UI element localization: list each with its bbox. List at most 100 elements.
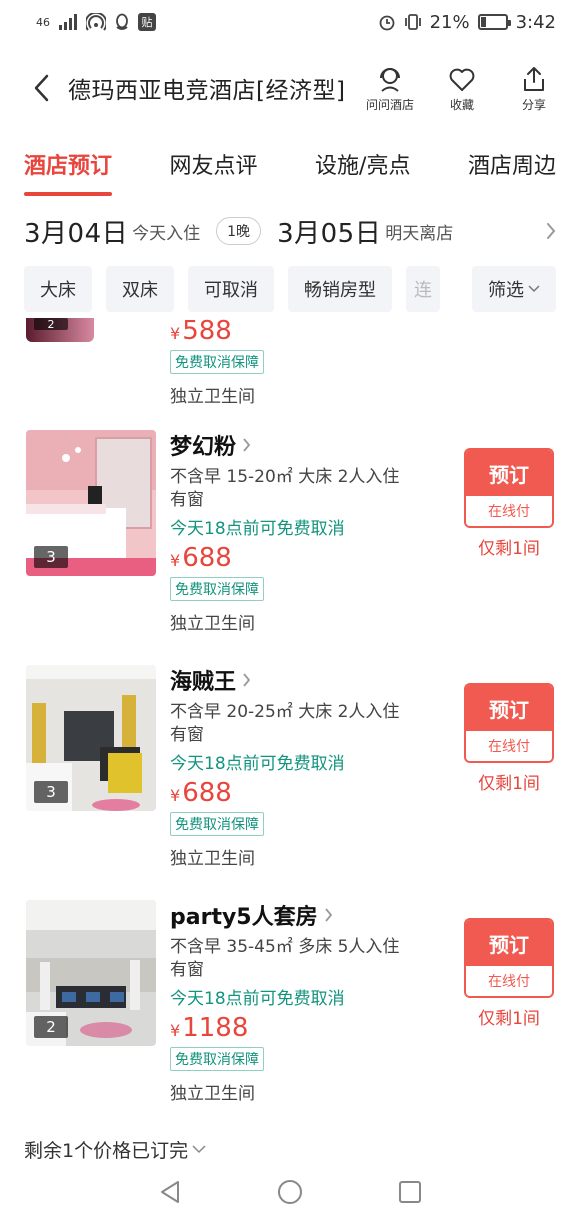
pay-online-label: 在线付: [466, 496, 552, 526]
room-list: 2 ¥ 588 免费取消保障 独立卫生间 3 梦幻粉 不含早 15-20㎡ 大床…: [0, 318, 580, 1148]
date-selector[interactable]: 3月04日 今天入住 1晚 3月05日 明天离店: [0, 206, 580, 256]
tab-nearby[interactable]: 酒店周边: [468, 136, 556, 198]
favorite-button[interactable]: 收藏: [436, 64, 488, 113]
rooms-remaining: 仅剩1间: [478, 1009, 540, 1029]
room-photo[interactable]: 3: [26, 430, 156, 576]
header: 德玛西亚电竞酒店[经济型] 问问酒店 收藏 分享: [0, 48, 580, 128]
book-label: 预订: [466, 450, 552, 496]
room-desc: 不含早 35-45㎡ 多床 5人入住 有窗: [170, 936, 450, 982]
room-desc-line2: 有窗: [170, 960, 204, 980]
favorite-label: 收藏: [449, 97, 474, 112]
filter-cancellable[interactable]: 可取消: [188, 266, 274, 312]
nav-back-button[interactable]: [156, 1178, 184, 1210]
room-desc-line1: 不含早 20-25㎡ 大床 2人入住: [170, 702, 400, 722]
ask-hotel-button[interactable]: 问问酒店: [364, 64, 416, 113]
currency-symbol: ¥: [170, 1021, 181, 1040]
system-nav-bar: [0, 1164, 580, 1224]
chevron-down-icon: [192, 1145, 206, 1154]
bathroom-info: 独立卫生间: [170, 387, 255, 407]
book-button[interactable]: 预订 在线付: [464, 683, 554, 763]
price-value: 588: [182, 318, 232, 346]
book-button[interactable]: 预订 在线付: [464, 918, 554, 998]
status-right: 21% 3:42: [378, 12, 556, 33]
room-desc: 不含早 15-20㎡ 大床 2人入住 有窗: [170, 466, 450, 512]
filter-more[interactable]: 连: [406, 266, 440, 312]
qq-icon: [116, 13, 128, 30]
photo-count-badge: 3: [34, 781, 68, 803]
share-icon: [524, 66, 544, 91]
nav-recents-button[interactable]: [396, 1178, 424, 1210]
nav-home-button[interactable]: [276, 1178, 304, 1210]
circle-home-icon: [278, 1180, 302, 1204]
room-name[interactable]: 梦幻粉: [170, 430, 450, 460]
status-left: 46 贴: [36, 13, 156, 31]
currency-symbol: ¥: [170, 786, 181, 805]
filter-bestseller[interactable]: 畅销房型: [288, 266, 392, 312]
room-photo[interactable]: 2: [26, 318, 94, 342]
room-price: ¥ 588: [170, 318, 450, 346]
room-card[interactable]: 3 海贼王 不含早 20-25㎡ 大床 2人入住 有窗 今天18点前可免费取消 …: [0, 665, 580, 891]
price-value: 688: [182, 543, 232, 573]
tab-facilities[interactable]: 设施/亮点: [315, 136, 410, 198]
price-value: 1188: [182, 1013, 249, 1043]
heart-icon: [449, 68, 475, 91]
room-name[interactable]: 海贼王: [170, 665, 450, 695]
signal-icon: [59, 14, 77, 30]
filter-label: 筛选: [488, 280, 524, 301]
room-desc-line1: 不含早 35-45㎡ 多床 5人入住: [170, 937, 400, 957]
room-card[interactable]: 3 梦幻粉 不含早 15-20㎡ 大床 2人入住 有窗 今天18点前可免费取消 …: [0, 430, 580, 656]
chevron-right-icon: [243, 438, 251, 452]
rooms-remaining: 仅剩1间: [478, 539, 540, 559]
vibrate-icon: [404, 14, 421, 30]
guarantee-badge: 免费取消保障: [170, 577, 264, 601]
sold-out-toggle[interactable]: 剩余1个价格已订完: [24, 1136, 206, 1163]
chevron-right-icon: [324, 908, 332, 922]
tab-bar: 酒店预订 网友点评 设施/亮点 酒店周边: [0, 136, 580, 200]
tab-reviews[interactable]: 网友点评: [170, 136, 258, 198]
guarantee-badge: 免费取消保障: [170, 1047, 264, 1071]
ask-hotel-label: 问问酒店: [365, 97, 414, 112]
filter-button[interactable]: 筛选: [472, 266, 556, 312]
room-photo[interactable]: 3: [26, 665, 156, 811]
chevron-right-icon: [547, 223, 556, 239]
photo-count-badge: 2: [34, 1016, 68, 1038]
pay-online-label: 在线付: [466, 731, 552, 761]
checkin-date: 3月04日: [24, 218, 129, 249]
battery-percent: 21%: [429, 11, 470, 33]
price-value: 688: [182, 778, 232, 808]
status-bar: 46 贴 21% 3:42: [0, 0, 580, 44]
book-button[interactable]: 预订 在线付: [464, 448, 554, 528]
book-label: 预订: [466, 685, 552, 731]
battery-icon: [477, 14, 511, 30]
hotspot-icon: [86, 13, 106, 31]
checkout-date: 3月05日: [277, 218, 382, 249]
network-indicator: 46: [36, 15, 50, 29]
room-card[interactable]: 2 party5人套房 不含早 35-45㎡ 多床 5人入住 有窗 今天18点前…: [0, 900, 580, 1126]
back-button[interactable]: [26, 68, 56, 108]
photo-count-badge: 2: [34, 318, 68, 331]
bathroom-info: 独立卫生间: [170, 1084, 255, 1104]
guarantee-badge: 免费取消保障: [170, 812, 264, 836]
ask-hotel-icon: [380, 67, 400, 92]
nights-badge: 1晚: [216, 217, 262, 245]
cancel-policy: 今天18点前可免费取消: [170, 989, 345, 1009]
share-button[interactable]: 分享: [508, 64, 560, 113]
filter-twin-bed[interactable]: 双床: [106, 266, 174, 312]
chevron-right-icon: [243, 673, 251, 687]
notification-badge: 贴: [138, 13, 156, 31]
room-photo[interactable]: 2: [26, 900, 156, 1046]
photo-count-badge: 3: [34, 546, 68, 568]
clock: 3:42: [515, 11, 556, 33]
filter-chips: 大床 双床 可取消 畅销房型 连 筛选: [24, 266, 556, 312]
book-label: 预订: [466, 920, 552, 966]
bathroom-info: 独立卫生间: [170, 849, 255, 869]
room-card-partial[interactable]: 2 ¥ 588 免费取消保障 独立卫生间: [0, 318, 580, 418]
room-price: ¥ 1188: [170, 1013, 450, 1043]
chevron-left-icon: [34, 74, 49, 102]
room-price: ¥ 688: [170, 778, 450, 808]
triangle-back-icon: [161, 1181, 179, 1203]
room-name-text: 梦幻粉: [170, 435, 237, 460]
room-name[interactable]: party5人套房: [170, 900, 450, 930]
filter-king-bed[interactable]: 大床: [24, 266, 92, 312]
tab-hotel-booking[interactable]: 酒店预订: [24, 136, 113, 198]
